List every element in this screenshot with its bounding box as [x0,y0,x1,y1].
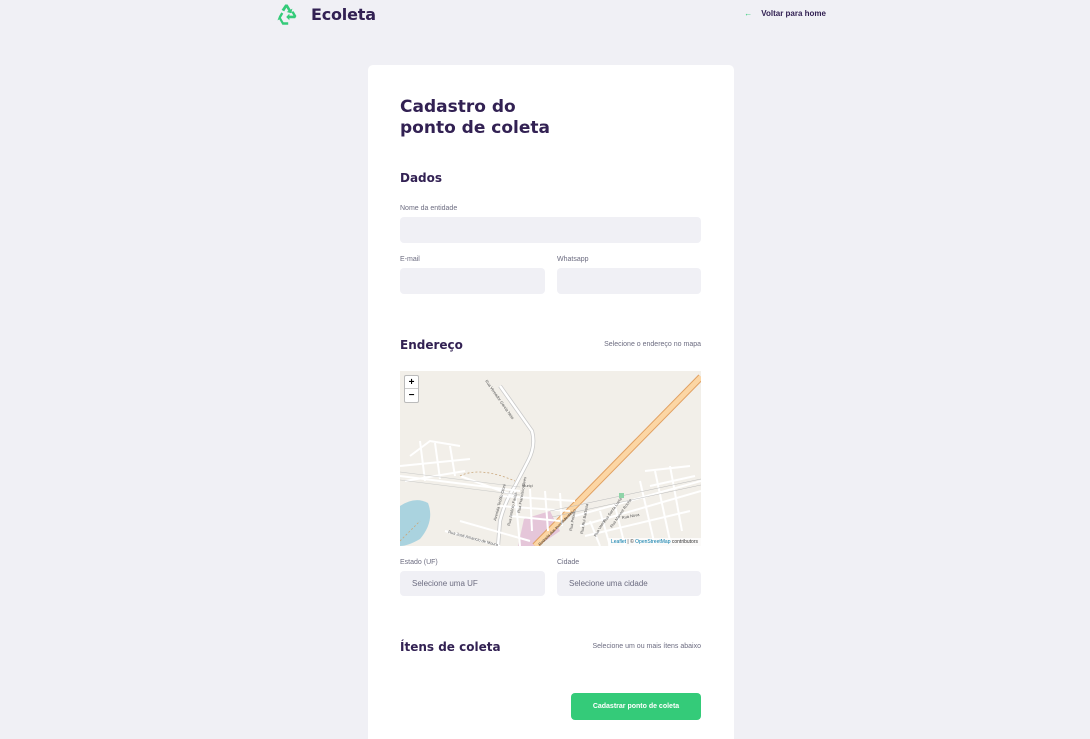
name-input[interactable] [400,217,701,243]
whatsapp-input[interactable] [557,268,701,294]
leaflet-link[interactable]: Leaflet [611,539,626,545]
map-attribution: Leaflet | © OpenStreetMap contributors [608,538,701,546]
title-line-2: ponto de coleta [400,118,551,138]
back-to-home-link[interactable]: ← Voltar para home [744,9,826,18]
map[interactable]: Rua Vereador Garcia Neto Avenida Teófilo… [400,371,701,546]
page-title: Cadastro do ponto de coleta [400,97,580,139]
whatsapp-label: Whatsapp [557,256,589,263]
endereco-hint: Selecione o endereço no mapa [604,341,701,348]
zoom-out-button[interactable]: − [405,389,418,402]
zoom-control: + − [404,375,419,403]
zoom-in-button[interactable]: + [405,376,418,389]
section-dados-title: Dados [400,171,443,185]
attribution-separator: | © [626,539,636,545]
name-label: Nome da entidade [400,205,458,212]
map-label: Muriçi [522,483,533,488]
recycle-icon [277,4,297,25]
header: Ecoleta ← Voltar para home [276,0,826,30]
email-input[interactable] [400,268,545,294]
city-label: Cidade [557,559,580,566]
section-itens-title: Ítens de coleta [400,640,501,654]
section-endereco-title: Endereço [400,338,463,352]
form-card: Cadastro do ponto de coleta Dados Nome d… [368,65,734,739]
submit-button[interactable]: Cadastrar ponto de coleta [571,693,701,720]
brand-name: Ecoleta [311,4,376,24]
itens-hint: Selecione um ou mais ítens abaixo [592,643,701,650]
uf-label: Estado (UF) [400,559,438,566]
logo[interactable]: Ecoleta [276,2,376,26]
back-link-label: Voltar para home [761,9,826,18]
city-select[interactable]: Selecione uma cidade [557,571,701,596]
osm-link[interactable]: OpenStreetMap [635,539,670,545]
title-line-1: Cadastro do [400,97,516,117]
uf-select[interactable]: Selecione uma UF [400,571,545,596]
attribution-tail: contributors [670,539,698,545]
email-label: E-mail [400,256,420,263]
map-tiles[interactable]: Rua Vereador Garcia Neto Avenida Teófilo… [400,371,701,546]
arrow-left-icon: ← [744,9,753,18]
